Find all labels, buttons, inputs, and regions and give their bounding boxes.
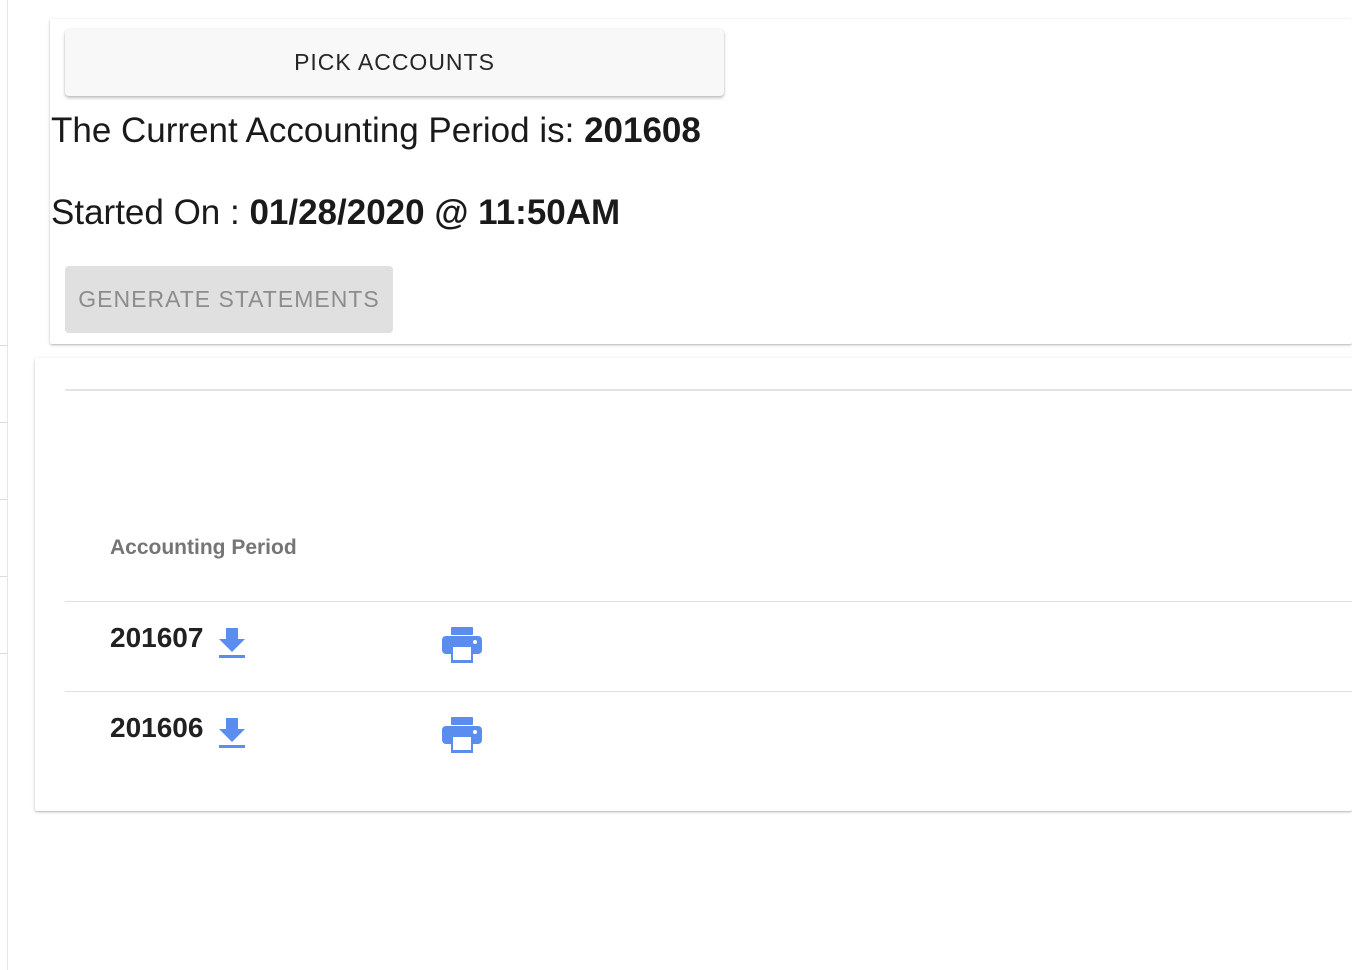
started-on-value: 01/28/2020 @ 11:50AM	[249, 193, 621, 232]
current-period-value: 201608	[584, 111, 701, 150]
card-divider	[65, 389, 1352, 391]
print-icon[interactable]	[441, 626, 483, 664]
generate-statements-button[interactable]: GENERATE STATEMENTS	[65, 266, 393, 333]
rail-divider	[0, 576, 7, 577]
download-icon[interactable]	[217, 714, 247, 750]
accounting-period-card: PICK ACCOUNTS The Current Accounting Per…	[50, 19, 1352, 344]
table-row: 201607	[65, 601, 1352, 691]
print-icon[interactable]	[441, 716, 483, 754]
pick-accounts-button[interactable]: PICK ACCOUNTS	[65, 29, 724, 96]
started-on-text: Started On : 01/28/2020 @ 11:50AM	[51, 193, 620, 233]
download-icon[interactable]	[217, 624, 247, 660]
statements-card: Accounting Period 201607 201606	[35, 358, 1352, 811]
rail-divider	[0, 345, 7, 346]
rail-divider	[0, 422, 7, 423]
table-row: 201606	[65, 691, 1352, 781]
accounting-period-column-header: Accounting Period	[110, 536, 297, 559]
rail-divider	[0, 499, 7, 500]
rail-divider	[0, 653, 7, 654]
row-period: 201607	[110, 622, 204, 653]
current-period-label: The Current Accounting Period is:	[51, 111, 585, 150]
left-rail	[0, 0, 8, 970]
current-period-text: The Current Accounting Period is: 201608	[51, 111, 701, 151]
row-period: 201606	[110, 712, 204, 743]
started-on-label: Started On :	[51, 193, 250, 232]
page: PICK ACCOUNTS The Current Accounting Per…	[0, 0, 1352, 970]
